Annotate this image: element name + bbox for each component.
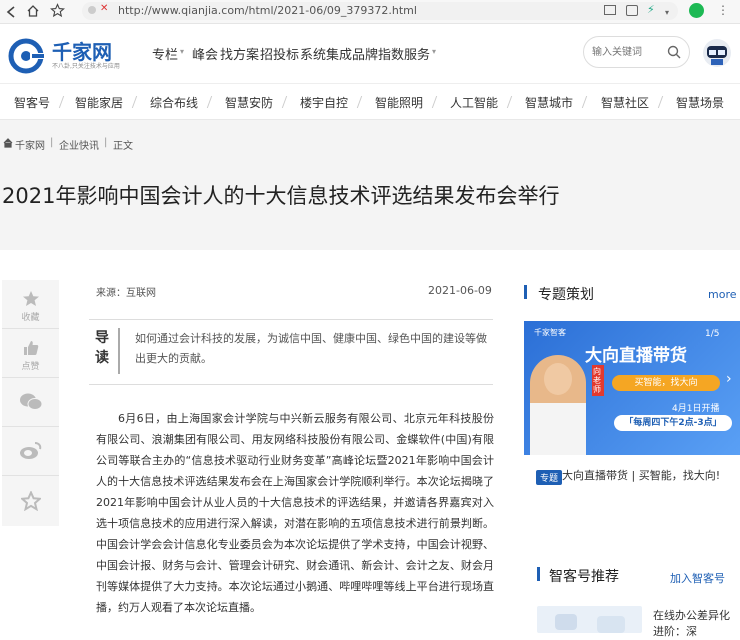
channel-lighting[interactable]: 智能照明 bbox=[375, 94, 423, 111]
channel-zhikehao[interactable]: 智客号 bbox=[14, 94, 50, 111]
wechat-icon bbox=[20, 393, 43, 410]
lead-box: 导读 如何通过会计科技的发展，为诚信中国、健康中国、绿色中国的建设等做出更大的贡… bbox=[89, 319, 493, 385]
wechat-share-button[interactable] bbox=[2, 378, 59, 427]
like-label: 点赞 bbox=[21, 362, 40, 372]
page-title: 2021年影响中国会计人的十大信息技术评选结果发布会举行 bbox=[2, 184, 560, 208]
article-body: 6月6日，由上海国家会计学院与中兴新云服务有限公司、北京元年科技股份有限公司、浪… bbox=[96, 412, 494, 614]
browser-toolbar: ✕ http://www.qianjia.com/html/2021-06/09… bbox=[0, 0, 740, 24]
dropdown-icon[interactable]: ▾ bbox=[665, 8, 669, 17]
home-icon bbox=[3, 138, 13, 148]
lightning-icon[interactable]: ⚡ bbox=[647, 3, 655, 16]
banner-subhead: 买智能，找大向 bbox=[612, 375, 720, 391]
join-zhike-link[interactable]: 加入智客号 bbox=[670, 570, 725, 586]
more-link[interactable]: more bbox=[708, 288, 737, 301]
nav-summit[interactable]: 峰会 bbox=[192, 44, 218, 63]
channel-building[interactable]: 楼宇自控 bbox=[300, 94, 348, 111]
channel-scenes[interactable]: 智慧场景 bbox=[676, 94, 724, 111]
site-header: 千家网 不八卦,只关注技术与应用 专栏 ▾ 峰会 找方案 招投标 系统集成 品牌… bbox=[0, 24, 740, 84]
breadcrumb-news[interactable]: 企业快讯 bbox=[59, 137, 99, 152]
weibo-icon bbox=[20, 442, 42, 459]
grid-icon[interactable] bbox=[626, 5, 638, 16]
breadcrumb-current: 正文 bbox=[113, 141, 133, 152]
nav-brand-index[interactable]: 品牌指数 bbox=[352, 44, 404, 63]
host-name: 向老师 bbox=[592, 365, 604, 396]
logo-slogan: 不八卦,只关注技术与应用 bbox=[52, 63, 120, 70]
zhike-item-title[interactable]: 在线办公差异化进阶：深 bbox=[653, 608, 733, 640]
bookmark-star-icon[interactable] bbox=[50, 3, 65, 18]
nav-services[interactable]: 服务 bbox=[404, 44, 430, 63]
zhike-thumbnail[interactable] bbox=[537, 606, 642, 633]
banner-date: 4月1日开播 bbox=[672, 404, 720, 414]
nav-zhuanlan[interactable]: 专栏 bbox=[152, 44, 178, 63]
channel-smart-city[interactable]: 智慧城市 bbox=[525, 94, 573, 111]
breadcrumb-separator: | bbox=[104, 137, 108, 148]
zhike-title: 智客号推荐 bbox=[549, 569, 619, 585]
article-date: 2021-06-09 bbox=[428, 284, 492, 297]
nav-solutions[interactable]: 找方案 bbox=[220, 44, 259, 63]
banner-page: 1/5 bbox=[705, 329, 720, 339]
avatar[interactable] bbox=[702, 38, 732, 68]
star-icon bbox=[23, 291, 39, 306]
search-box[interactable] bbox=[583, 36, 690, 68]
home-icon[interactable] bbox=[26, 4, 40, 18]
favorite-button[interactable]: 收藏 bbox=[2, 280, 59, 329]
promo-banner[interactable]: 千家智客 1/5 向老师 大向直播带货 买智能，找大向 4月1日开播 「每周四下… bbox=[524, 321, 740, 455]
thumbs-up-icon bbox=[24, 341, 39, 355]
chevron-down-icon: ▾ bbox=[432, 47, 437, 56]
banner-headline: 大向直播带货 bbox=[585, 346, 687, 366]
logo-icon[interactable] bbox=[8, 38, 44, 74]
channel-community[interactable]: 智慧社区 bbox=[601, 94, 649, 111]
channel-cabling[interactable]: 综合布线 bbox=[150, 94, 198, 111]
special-topics-title: 专题策划 bbox=[538, 287, 594, 303]
weibo-share-button[interactable] bbox=[2, 427, 59, 476]
breadcrumb-separator: | bbox=[50, 137, 54, 148]
like-button[interactable]: 点赞 bbox=[2, 329, 59, 378]
search-input[interactable] bbox=[592, 43, 662, 61]
search-icon[interactable] bbox=[667, 45, 681, 59]
lead-label: 导读 bbox=[95, 330, 109, 366]
banner-caption[interactable]: 大向直播带货 | 买智能，找大向! bbox=[536, 468, 722, 484]
channel-smart-home[interactable]: 智能家居 bbox=[75, 94, 123, 111]
lead-text: 如何通过会计科技的发展，为诚信中国、健康中国、绿色中国的建设等做出更大的贡献。 bbox=[135, 332, 487, 365]
globe-icon bbox=[88, 6, 96, 14]
url-text[interactable]: http://www.qianjia.com/html/2021-06/09_3… bbox=[118, 4, 417, 17]
extension-icon[interactable] bbox=[689, 3, 704, 18]
carousel-next-icon[interactable]: › bbox=[726, 371, 732, 387]
host-photo bbox=[530, 355, 586, 455]
article-source: 来源：互联网 bbox=[96, 288, 156, 299]
menu-icon[interactable]: ⋮ bbox=[717, 3, 729, 17]
favorite-label: 收藏 bbox=[21, 313, 40, 323]
breadcrumb-home[interactable]: 千家网 bbox=[15, 137, 45, 152]
channel-nav: 智客号 智能家居 综合布线 智慧安防 楼宇自控 智能照明 人工智能 智慧城市 智… bbox=[0, 84, 740, 120]
chevron-down-icon: ▾ bbox=[180, 47, 185, 56]
channel-security[interactable]: 智慧安防 bbox=[225, 94, 273, 111]
banner-schedule: 「每周四下午2点-3点」 bbox=[614, 415, 732, 431]
channel-ai[interactable]: 人工智能 bbox=[450, 94, 498, 111]
star-outline-icon bbox=[21, 491, 41, 511]
nav-integration[interactable]: 系统集成 bbox=[300, 44, 352, 63]
banner-brand: 千家智客 bbox=[534, 328, 566, 337]
not-secure-icon: ✕ bbox=[100, 3, 109, 14]
collect-button[interactable] bbox=[2, 476, 59, 526]
reader-icon[interactable] bbox=[604, 5, 616, 15]
back-icon[interactable] bbox=[4, 5, 18, 19]
nav-bidding[interactable]: 招投标 bbox=[260, 44, 299, 63]
